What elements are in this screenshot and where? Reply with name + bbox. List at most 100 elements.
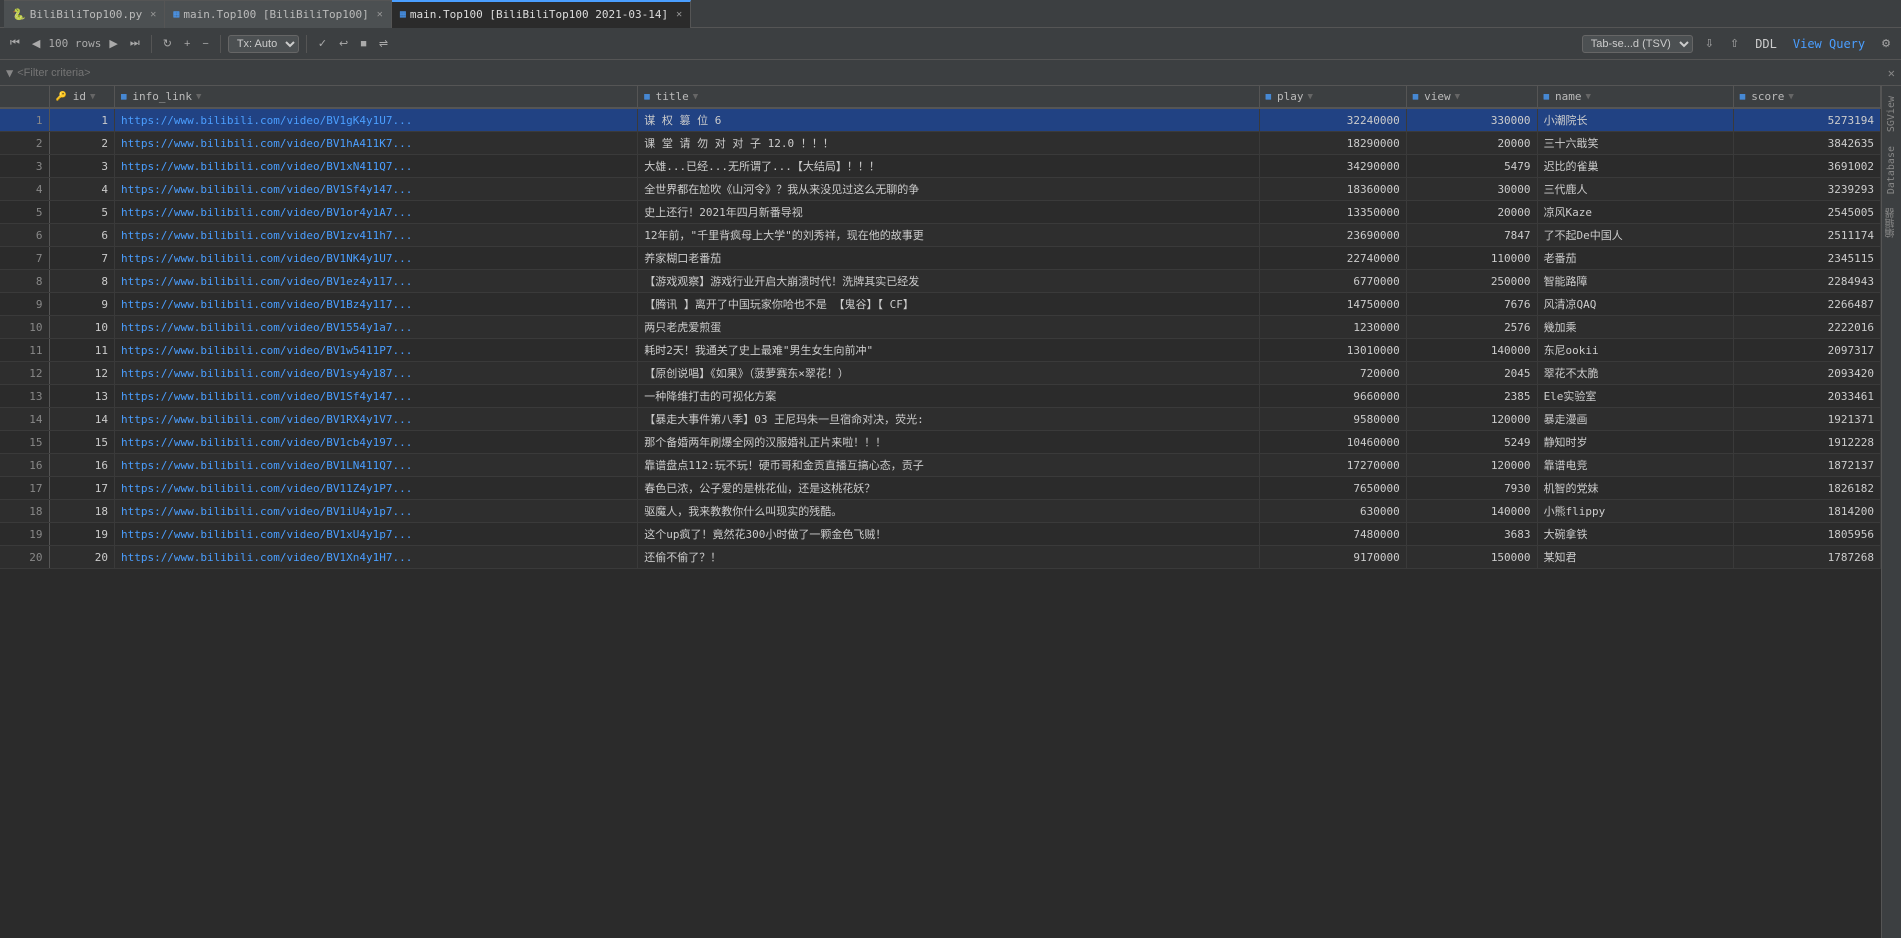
table-row[interactable]: 1 1 https://www.bilibili.com/video/BV1gK… [0,108,1881,132]
nav-prev-btn[interactable]: ◀ [28,35,44,52]
info-link-sort-icon[interactable]: ▼ [196,92,201,102]
upload-btn[interactable]: ⇧ [1726,35,1743,52]
row-num-cell: 3 [0,155,49,178]
commit-btn[interactable]: ✓ [314,35,331,52]
cell-play: 6770000 [1259,270,1406,293]
table-row[interactable]: 13 13 https://www.bilibili.com/video/BV1… [0,385,1881,408]
tab-python[interactable]: 🐍 BiliBiliTop100.py ✕ [4,0,165,28]
cell-id: 20 [49,546,114,569]
filter-close-btn[interactable]: ✕ [1888,66,1895,80]
tsv-select[interactable]: Tab-se...d (TSV) [1582,35,1693,53]
name-sort-icon[interactable]: ▼ [1585,92,1590,102]
nav-first-btn[interactable]: ⏮ [6,35,24,52]
content-area: 🔑 id ▼ ▦ info_link ▼ [0,86,1901,938]
table-row[interactable]: 7 7 https://www.bilibili.com/video/BV1NK… [0,247,1881,270]
score-type-icon: ▦ [1740,92,1745,102]
tab-main-1-label: main.Top100 [BiliBiliTop100] [183,8,368,21]
table-row[interactable]: 11 11 https://www.bilibili.com/video/BV1… [0,339,1881,362]
rollback-btn[interactable]: ↩ [335,35,352,52]
col-header-info-link[interactable]: ▦ info_link ▼ [114,86,637,108]
cell-info-link: https://www.bilibili.com/video/BV1cb4y19… [114,431,637,454]
remove-row-btn[interactable]: − [198,36,212,52]
tab-main-1-close[interactable]: ✕ [377,9,383,20]
col-header-score[interactable]: ▦ score ▼ [1733,86,1880,108]
tab-main-2-label: main.Top100 [BiliBiliTop100 2021-03-14] [410,8,668,21]
cell-play: 18290000 [1259,132,1406,155]
table-row[interactable]: 2 2 https://www.bilibili.com/video/BV1hA… [0,132,1881,155]
col-header-id[interactable]: 🔑 id ▼ [49,86,114,108]
table-row[interactable]: 17 17 https://www.bilibili.com/video/BV1… [0,477,1881,500]
nav-next-btn[interactable]: ▶ [105,35,121,52]
table-row[interactable]: 18 18 https://www.bilibili.com/video/BV1… [0,500,1881,523]
row-num-cell: 18 [0,500,49,523]
table-row[interactable]: 20 20 https://www.bilibili.com/video/BV1… [0,546,1881,569]
tab-main-2-close[interactable]: ✕ [676,9,682,20]
add-row-btn[interactable]: + [180,36,194,52]
download-btn[interactable]: ⇩ [1701,35,1718,52]
table-row[interactable]: 10 10 https://www.bilibili.com/video/BV1… [0,316,1881,339]
cell-id: 10 [49,316,114,339]
table-row[interactable]: 9 9 https://www.bilibili.com/video/BV1Bz… [0,293,1881,316]
table-row[interactable]: 5 5 https://www.bilibili.com/video/BV1or… [0,201,1881,224]
row-num-cell: 17 [0,477,49,500]
sgview-panel-btn[interactable]: SGView [1884,90,1899,138]
table-row[interactable]: 16 16 https://www.bilibili.com/video/BV1… [0,454,1881,477]
cell-view: 120000 [1406,454,1537,477]
refresh-btn[interactable]: ↻ [159,35,176,52]
table-row[interactable]: 19 19 https://www.bilibili.com/video/BV1… [0,523,1881,546]
table-row[interactable]: 8 8 https://www.bilibili.com/video/BV1ez… [0,270,1881,293]
row-num-cell: 8 [0,270,49,293]
cell-name: 小熊flippy [1537,500,1733,523]
view-query-btn[interactable]: View Query [1789,35,1869,53]
title-sort-icon[interactable]: ▼ [693,92,698,102]
table-row[interactable]: 14 14 https://www.bilibili.com/video/BV1… [0,408,1881,431]
ddl-btn[interactable]: DDL [1751,35,1781,53]
cell-play: 13350000 [1259,201,1406,224]
cell-info-link: https://www.bilibili.com/video/BV1ez4y11… [114,270,637,293]
play-sort-icon[interactable]: ▼ [1308,92,1313,102]
table-row[interactable]: 3 3 https://www.bilibili.com/video/BV1xN… [0,155,1881,178]
cell-score: 5273194 [1733,108,1880,132]
row-num-cell: 12 [0,362,49,385]
table-row[interactable]: 15 15 https://www.bilibili.com/video/BV1… [0,431,1881,454]
export-btn[interactable]: ⇌ [375,35,392,52]
cell-view: 7847 [1406,224,1537,247]
cell-score: 1787268 [1733,546,1880,569]
cell-id: 12 [49,362,114,385]
cell-id: 19 [49,523,114,546]
tab-python-close[interactable]: ✕ [150,9,156,20]
cell-score: 1921371 [1733,408,1880,431]
col-header-play[interactable]: ▦ play ▼ [1259,86,1406,108]
cell-score: 1814200 [1733,500,1880,523]
cell-score: 2093420 [1733,362,1880,385]
score-sort-icon[interactable]: ▼ [1788,92,1793,102]
col-score-label: score [1751,90,1784,103]
stop-btn[interactable]: ■ [356,36,371,52]
cell-view: 20000 [1406,201,1537,224]
toolbar-right: Tab-se...d (TSV) ⇩ ⇧ DDL View Query ⚙ [1582,35,1895,53]
cell-id: 8 [49,270,114,293]
view-sort-icon[interactable]: ▼ [1455,92,1460,102]
col-header-view[interactable]: ▦ view ▼ [1406,86,1537,108]
cell-score: 3239293 [1733,178,1880,201]
editor-panel-btn[interactable]: 编辑器 [1882,202,1901,244]
table-row[interactable]: 12 12 https://www.bilibili.com/video/BV1… [0,362,1881,385]
filter-input[interactable] [17,67,1884,79]
cell-info-link: https://www.bilibili.com/video/BV1or4y1A… [114,201,637,224]
tab-main-2[interactable]: ▦ main.Top100 [BiliBiliTop100 2021-03-14… [392,0,691,28]
settings-btn[interactable]: ⚙ [1877,35,1895,52]
nav-last-btn[interactable]: ⏭ [126,35,144,52]
data-table-container[interactable]: 🔑 id ▼ ▦ info_link ▼ [0,86,1881,938]
table-row[interactable]: 6 6 https://www.bilibili.com/video/BV1zv… [0,224,1881,247]
tab-main-1[interactable]: ▦ main.Top100 [BiliBiliTop100] ✕ [165,0,392,28]
col-header-name[interactable]: ▦ name ▼ [1537,86,1733,108]
col-header-title[interactable]: ▦ title ▼ [638,86,1259,108]
tx-select[interactable]: Tx: Auto [228,35,299,53]
database-panel-btn[interactable]: Database [1884,140,1899,200]
row-num-cell: 9 [0,293,49,316]
cell-title: 谋 权 篡 位 6 [638,108,1259,132]
cell-title: 【原创说唱】《如果》（菠萝赛东×翠花！） [638,362,1259,385]
id-sort-icon[interactable]: ▼ [90,92,95,102]
table-row[interactable]: 4 4 https://www.bilibili.com/video/BV1Sf… [0,178,1881,201]
cell-name: 靠谱电竞 [1537,454,1733,477]
